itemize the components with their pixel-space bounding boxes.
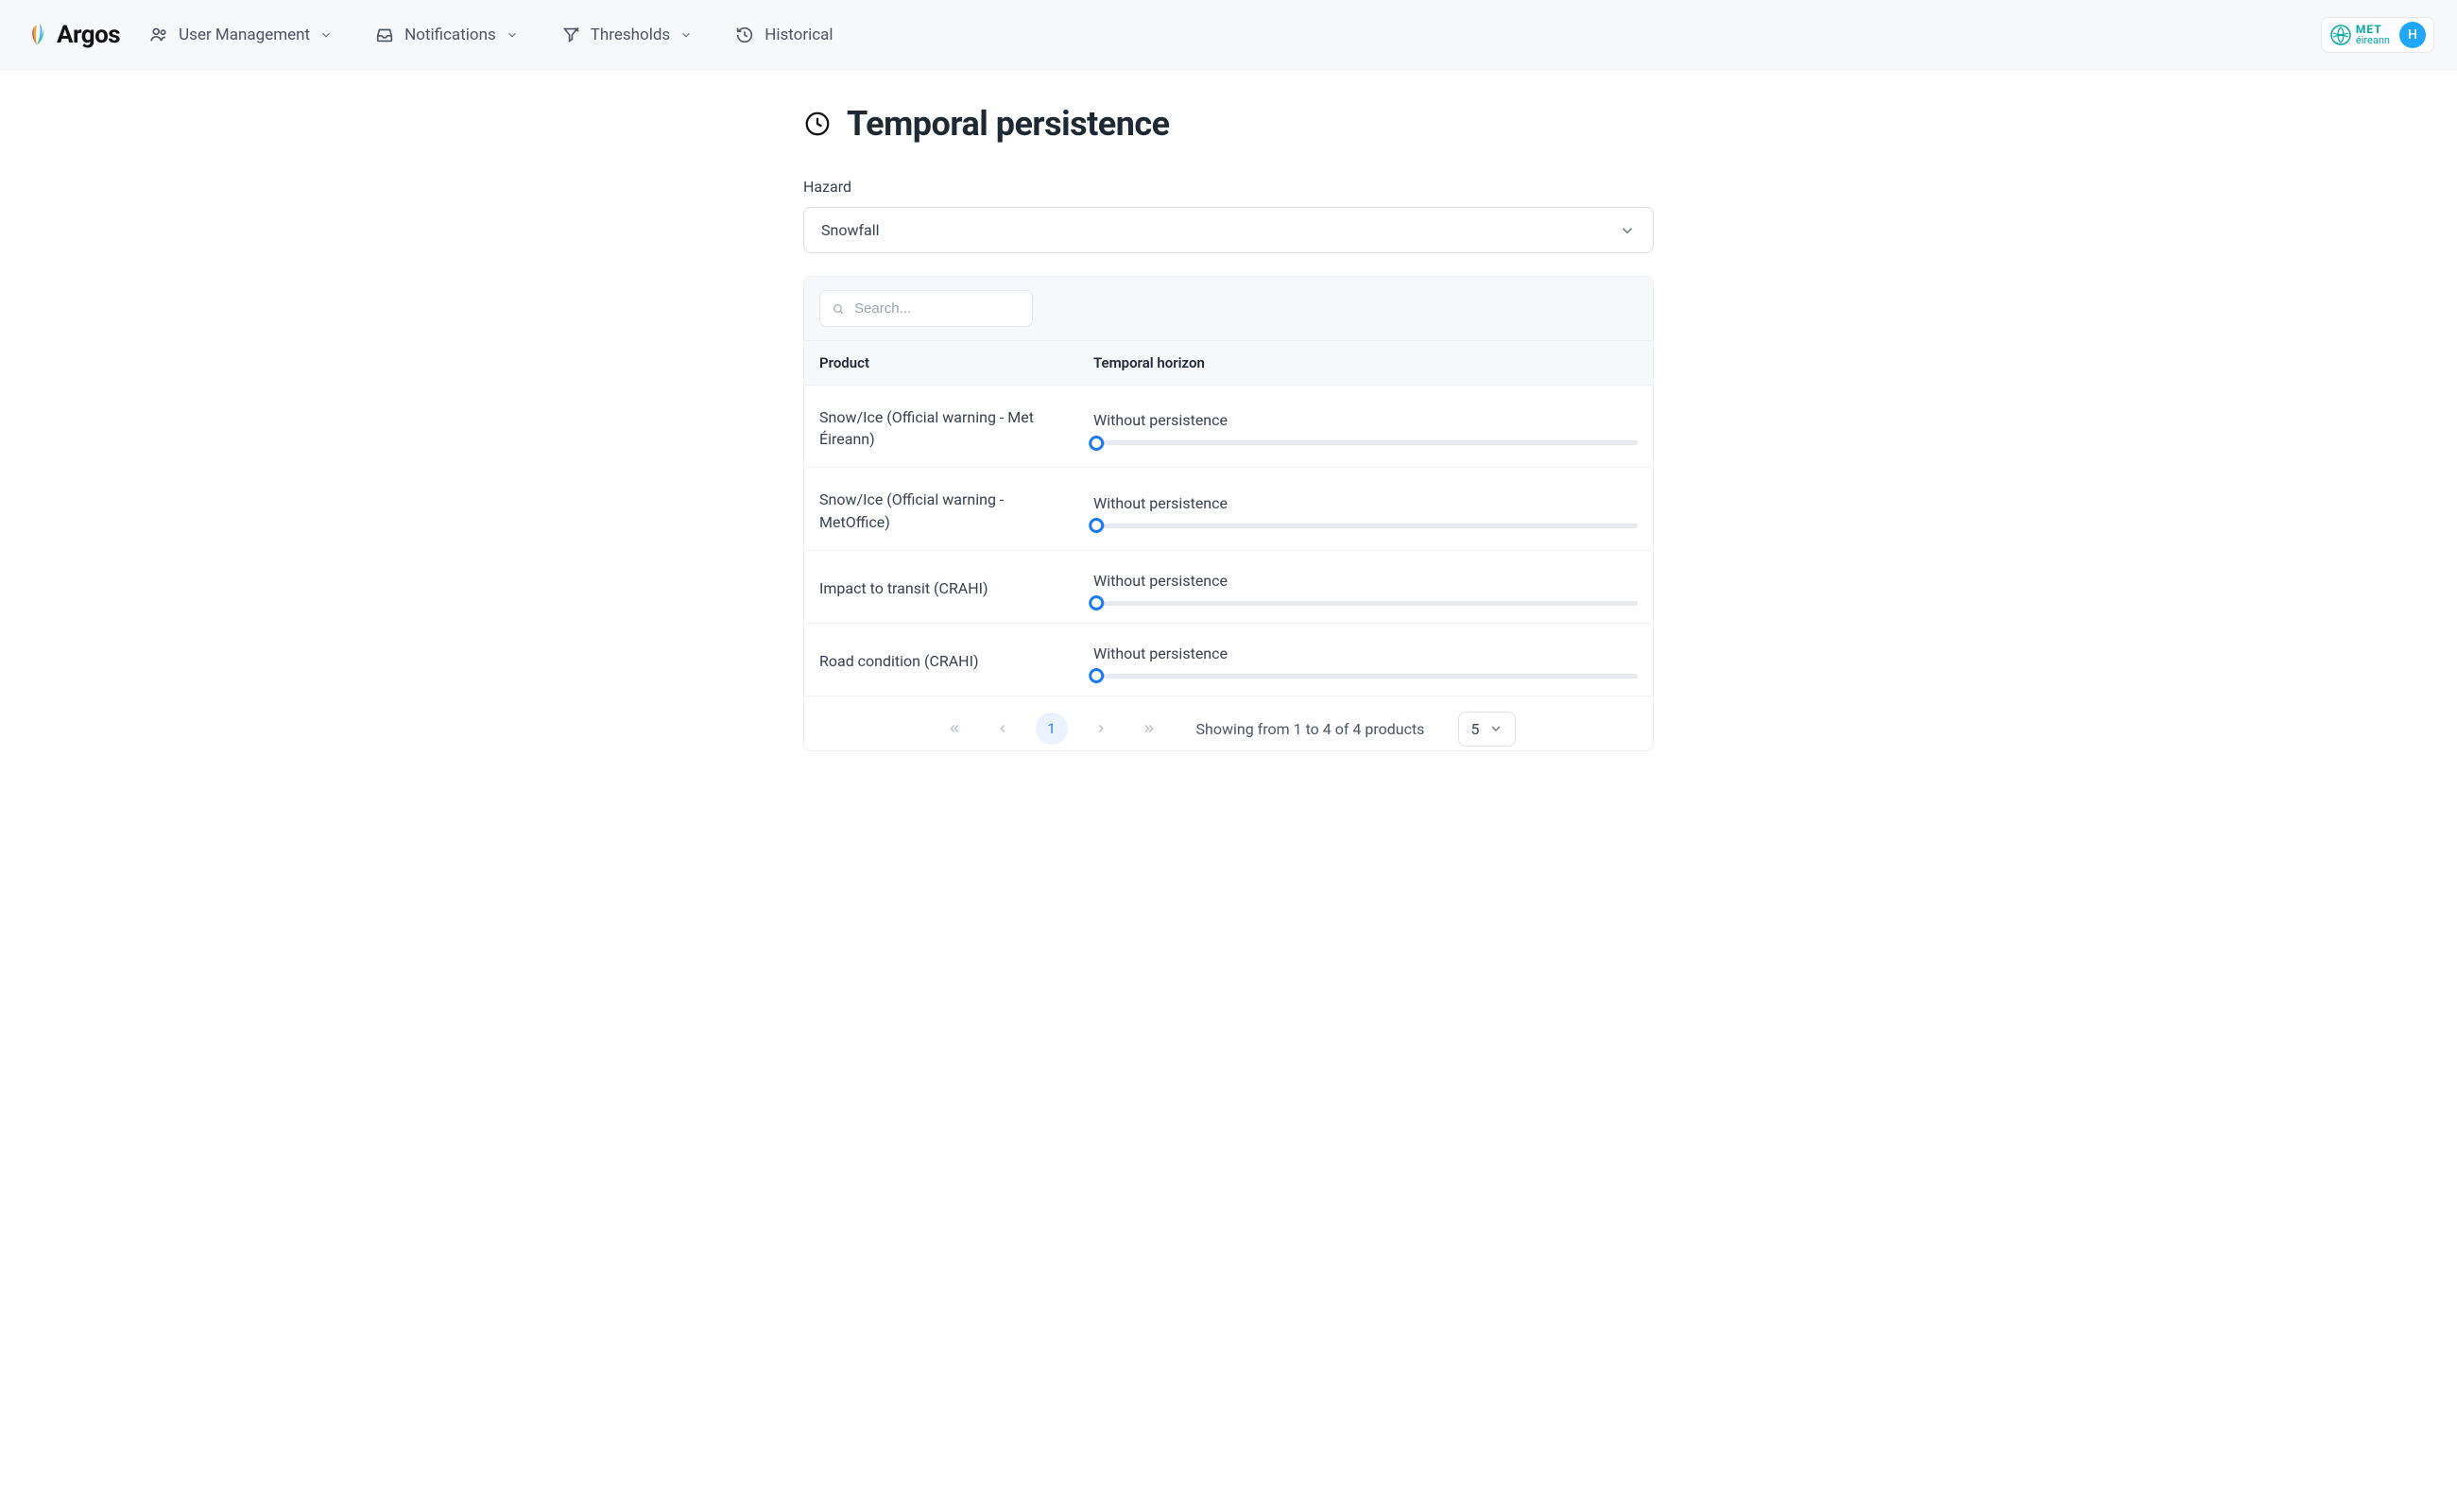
hazard-label: Hazard [803, 178, 1654, 196]
chevron-down-icon [1488, 721, 1503, 736]
table-toolbar [804, 277, 1653, 340]
horizon-slider[interactable] [1093, 601, 1638, 606]
nav-label: Historical [765, 26, 833, 44]
hazard-select[interactable]: Snowfall [803, 207, 1654, 253]
slider-thumb[interactable] [1089, 668, 1104, 683]
products-table: Product Temporal horizon Snow/Ice (Offic… [803, 276, 1654, 751]
top-nav: Argos User Management Notifications Thre… [0, 0, 2457, 70]
product-name: Snow/Ice (Official warning - MetOffice) [819, 489, 1093, 532]
avatar[interactable]: H [2399, 22, 2426, 48]
inbox-icon [374, 25, 395, 45]
product-name: Snow/Ice (Official warning - Met Éireann… [819, 406, 1093, 450]
col-horizon: Temporal horizon [1093, 354, 1638, 371]
table-header: Product Temporal horizon [804, 340, 1653, 386]
page-last-button[interactable] [1134, 714, 1162, 743]
nav-historical[interactable]: Historical [734, 25, 833, 45]
page-content: Temporal persistence Hazard Snowfall Pro… [775, 70, 1682, 808]
page-next-button[interactable] [1087, 714, 1115, 743]
slider-thumb[interactable] [1089, 436, 1104, 451]
org-name-2: éireann [2356, 35, 2390, 45]
table-row: Snow/Ice (Official warning - MetOffice) … [804, 468, 1653, 550]
users-icon [148, 25, 169, 45]
horizon-label: Without persistence [1093, 494, 1638, 512]
brand-name: Argos [57, 21, 120, 49]
page-number-current[interactable]: 1 [1036, 713, 1068, 745]
table-row: Impact to transit (CRAHI) Without persis… [804, 551, 1653, 624]
horizon-label: Without persistence [1093, 572, 1638, 590]
product-name: Impact to transit (CRAHI) [819, 577, 1093, 599]
chevron-down-icon [506, 28, 519, 42]
chevron-down-icon [319, 28, 333, 42]
brand[interactable]: Argos [23, 21, 120, 49]
search-input[interactable] [854, 301, 1021, 317]
history-icon [734, 25, 755, 45]
hazard-value: Snowfall [821, 221, 880, 239]
nav-thresholds[interactable]: Thresholds [560, 25, 693, 45]
slider-thumb[interactable] [1089, 595, 1104, 610]
pagination-summary: Showing from 1 to 4 of 4 products [1196, 720, 1425, 738]
page-size-select[interactable]: 5 [1458, 712, 1516, 747]
horizon-slider[interactable] [1093, 674, 1638, 679]
product-name: Road condition (CRAHI) [819, 650, 1093, 672]
pagination: 1 Showing from 1 to 4 of 4 products 5 [804, 696, 1653, 750]
page-first-button[interactable] [941, 714, 970, 743]
table-row: Snow/Ice (Official warning - Met Éireann… [804, 386, 1653, 468]
org-switcher[interactable]: MET éireann H [2321, 17, 2434, 53]
horizon-slider[interactable] [1093, 440, 1638, 445]
nav-user-management[interactable]: User Management [148, 25, 333, 45]
search-icon [832, 301, 845, 317]
page-prev-button[interactable] [988, 714, 1017, 743]
chevron-down-icon [1619, 222, 1636, 239]
horizon-label: Without persistence [1093, 644, 1638, 662]
nav-label: User Management [179, 26, 310, 44]
horizon-label: Without persistence [1093, 411, 1638, 429]
nav-items: User Management Notifications Thresholds… [148, 25, 833, 45]
nav-label: Thresholds [591, 26, 670, 44]
nav-notifications[interactable]: Notifications [374, 25, 519, 45]
table-row: Road condition (CRAHI) Without persisten… [804, 624, 1653, 696]
col-product: Product [819, 354, 1093, 371]
page-title: Temporal persistence [847, 104, 1170, 144]
org-logo: MET éireann [2329, 24, 2390, 46]
search-box[interactable] [819, 290, 1033, 327]
chevron-down-icon [679, 28, 693, 42]
slider-thumb[interactable] [1089, 518, 1104, 533]
met-eireann-icon [2329, 24, 2352, 46]
clock-icon [803, 110, 832, 138]
argos-logo-icon [23, 21, 51, 49]
horizon-slider[interactable] [1093, 524, 1638, 528]
nav-label: Notifications [404, 26, 496, 44]
filter-icon [560, 25, 581, 45]
